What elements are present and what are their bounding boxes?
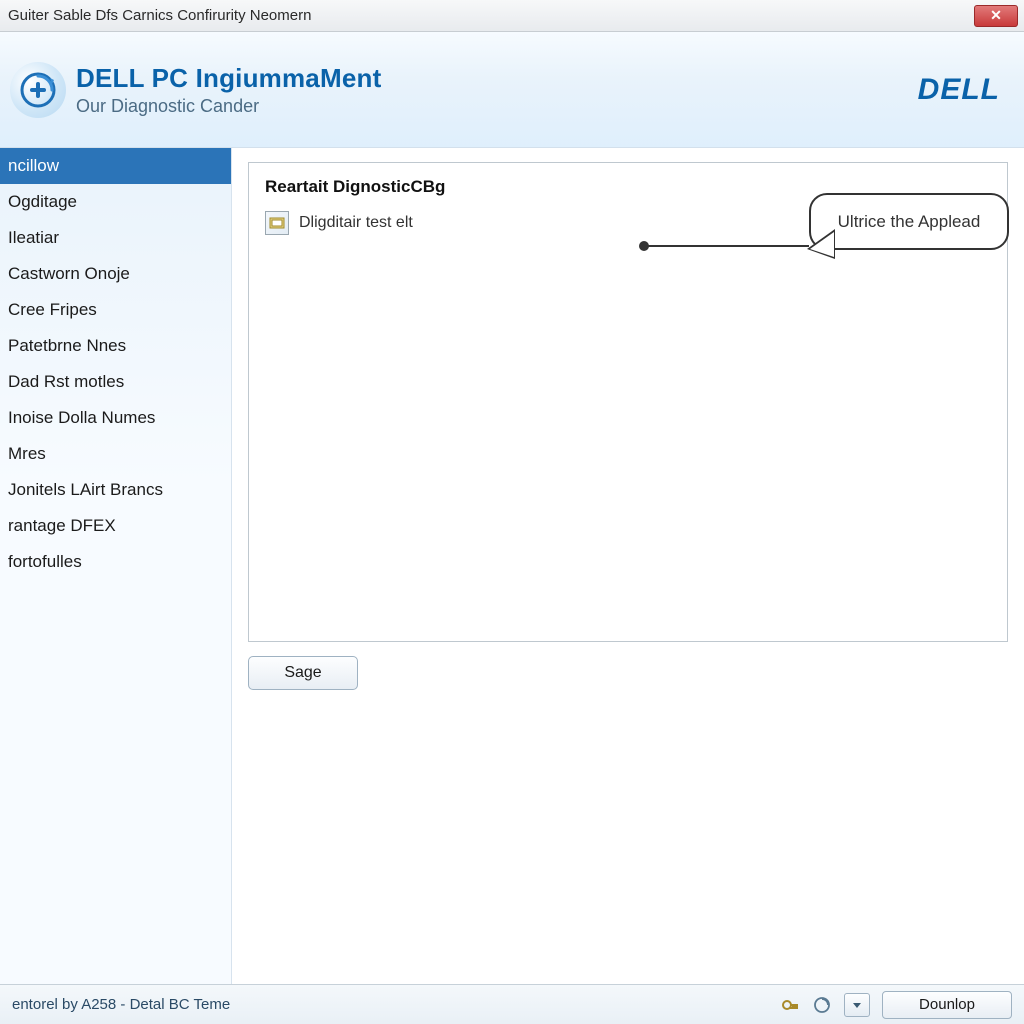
- sidebar-item-label: Castworn Onoje: [8, 264, 130, 283]
- app-subtitle: Our Diagnostic Cander: [76, 96, 918, 117]
- refresh-icon[interactable]: [812, 995, 832, 1015]
- callout-pointer-line: [645, 245, 809, 247]
- diagnostic-panel: Reartait DignosticCBg Dligditair test el…: [248, 162, 1008, 642]
- sidebar-item-8[interactable]: Mres: [0, 436, 231, 472]
- status-bar: entorel by A258 - Detal BC Teme Dounlop: [0, 984, 1024, 1024]
- status-dropdown[interactable]: [844, 993, 870, 1017]
- sidebar: ncillow Ogditage Ileatiar Castworn Onoje Cre…: [0, 148, 232, 984]
- close-button[interactable]: ✕: [974, 5, 1018, 27]
- sidebar-item-label: rantage DFEX: [8, 516, 116, 535]
- close-icon: ✕: [990, 7, 1002, 24]
- sidebar-item-11[interactable]: fortofulles: [0, 544, 231, 580]
- sidebar-item-0[interactable]: ncillow: [0, 148, 231, 184]
- sidebar-item-label: Inoise Dolla Numes: [8, 408, 155, 427]
- status-icons: Dounlop: [780, 991, 1012, 1019]
- sidebar-item-9[interactable]: Jonitels LAirt Brancs: [0, 472, 231, 508]
- sidebar-item-label: Cree Fripes: [8, 300, 97, 319]
- dounlop-button[interactable]: Dounlop: [882, 991, 1012, 1019]
- key-icon[interactable]: [780, 995, 800, 1015]
- callout-bubble: Ultrice the Applead: [809, 193, 1009, 250]
- sidebar-item-label: Ogditage: [8, 192, 77, 211]
- sidebar-item-label: Patetbrne Nnes: [8, 336, 126, 355]
- sidebar-item-label: Mres: [8, 444, 46, 463]
- sidebar-item-5[interactable]: Patetbrne Nnes: [0, 328, 231, 364]
- callout-tail: [807, 229, 835, 259]
- sidebar-item-3[interactable]: Castworn Onoje: [0, 256, 231, 292]
- app-titles: DELL PC IngiummaMent Our Diagnostic Cand…: [76, 63, 918, 117]
- callout: Ultrice the Applead: [809, 193, 1009, 250]
- sidebar-item-label: fortofulles: [8, 552, 82, 571]
- sidebar-item-4[interactable]: Cree Fripes: [0, 292, 231, 328]
- sage-button[interactable]: Sage: [248, 656, 358, 690]
- sidebar-item-label: Ileatiar: [8, 228, 59, 247]
- sidebar-item-label: Jonitels LAirt Brancs: [8, 480, 163, 499]
- test-icon: [265, 211, 289, 235]
- status-text: entorel by A258 - Detal BC Teme: [12, 996, 780, 1013]
- panel-actions: Sage: [248, 656, 1008, 690]
- test-label: Dligditair test elt: [299, 214, 413, 232]
- main-pane: Reartait DignosticCBg Dligditair test el…: [232, 148, 1024, 984]
- window-titlebar: Guiter Sable Dfs Carnics Confirurity Neo…: [0, 0, 1024, 32]
- sidebar-item-label: ncillow: [8, 156, 59, 175]
- app-title: DELL PC IngiummaMent: [76, 63, 918, 94]
- sidebar-item-10[interactable]: rantage DFEX: [0, 508, 231, 544]
- sidebar-item-7[interactable]: Inoise Dolla Numes: [0, 400, 231, 436]
- sidebar-item-label: Dad Rst motles: [8, 372, 124, 391]
- brand-logo: DELL: [918, 73, 1000, 107]
- window-title: Guiter Sable Dfs Carnics Confirurity Neo…: [8, 7, 974, 24]
- sidebar-item-6[interactable]: Dad Rst motles: [0, 364, 231, 400]
- sidebar-item-2[interactable]: Ileatiar: [0, 220, 231, 256]
- app-logo-icon: [10, 62, 66, 118]
- app-header: DELL PC IngiummaMent Our Diagnostic Cand…: [0, 32, 1024, 148]
- sidebar-item-1[interactable]: Ogditage: [0, 184, 231, 220]
